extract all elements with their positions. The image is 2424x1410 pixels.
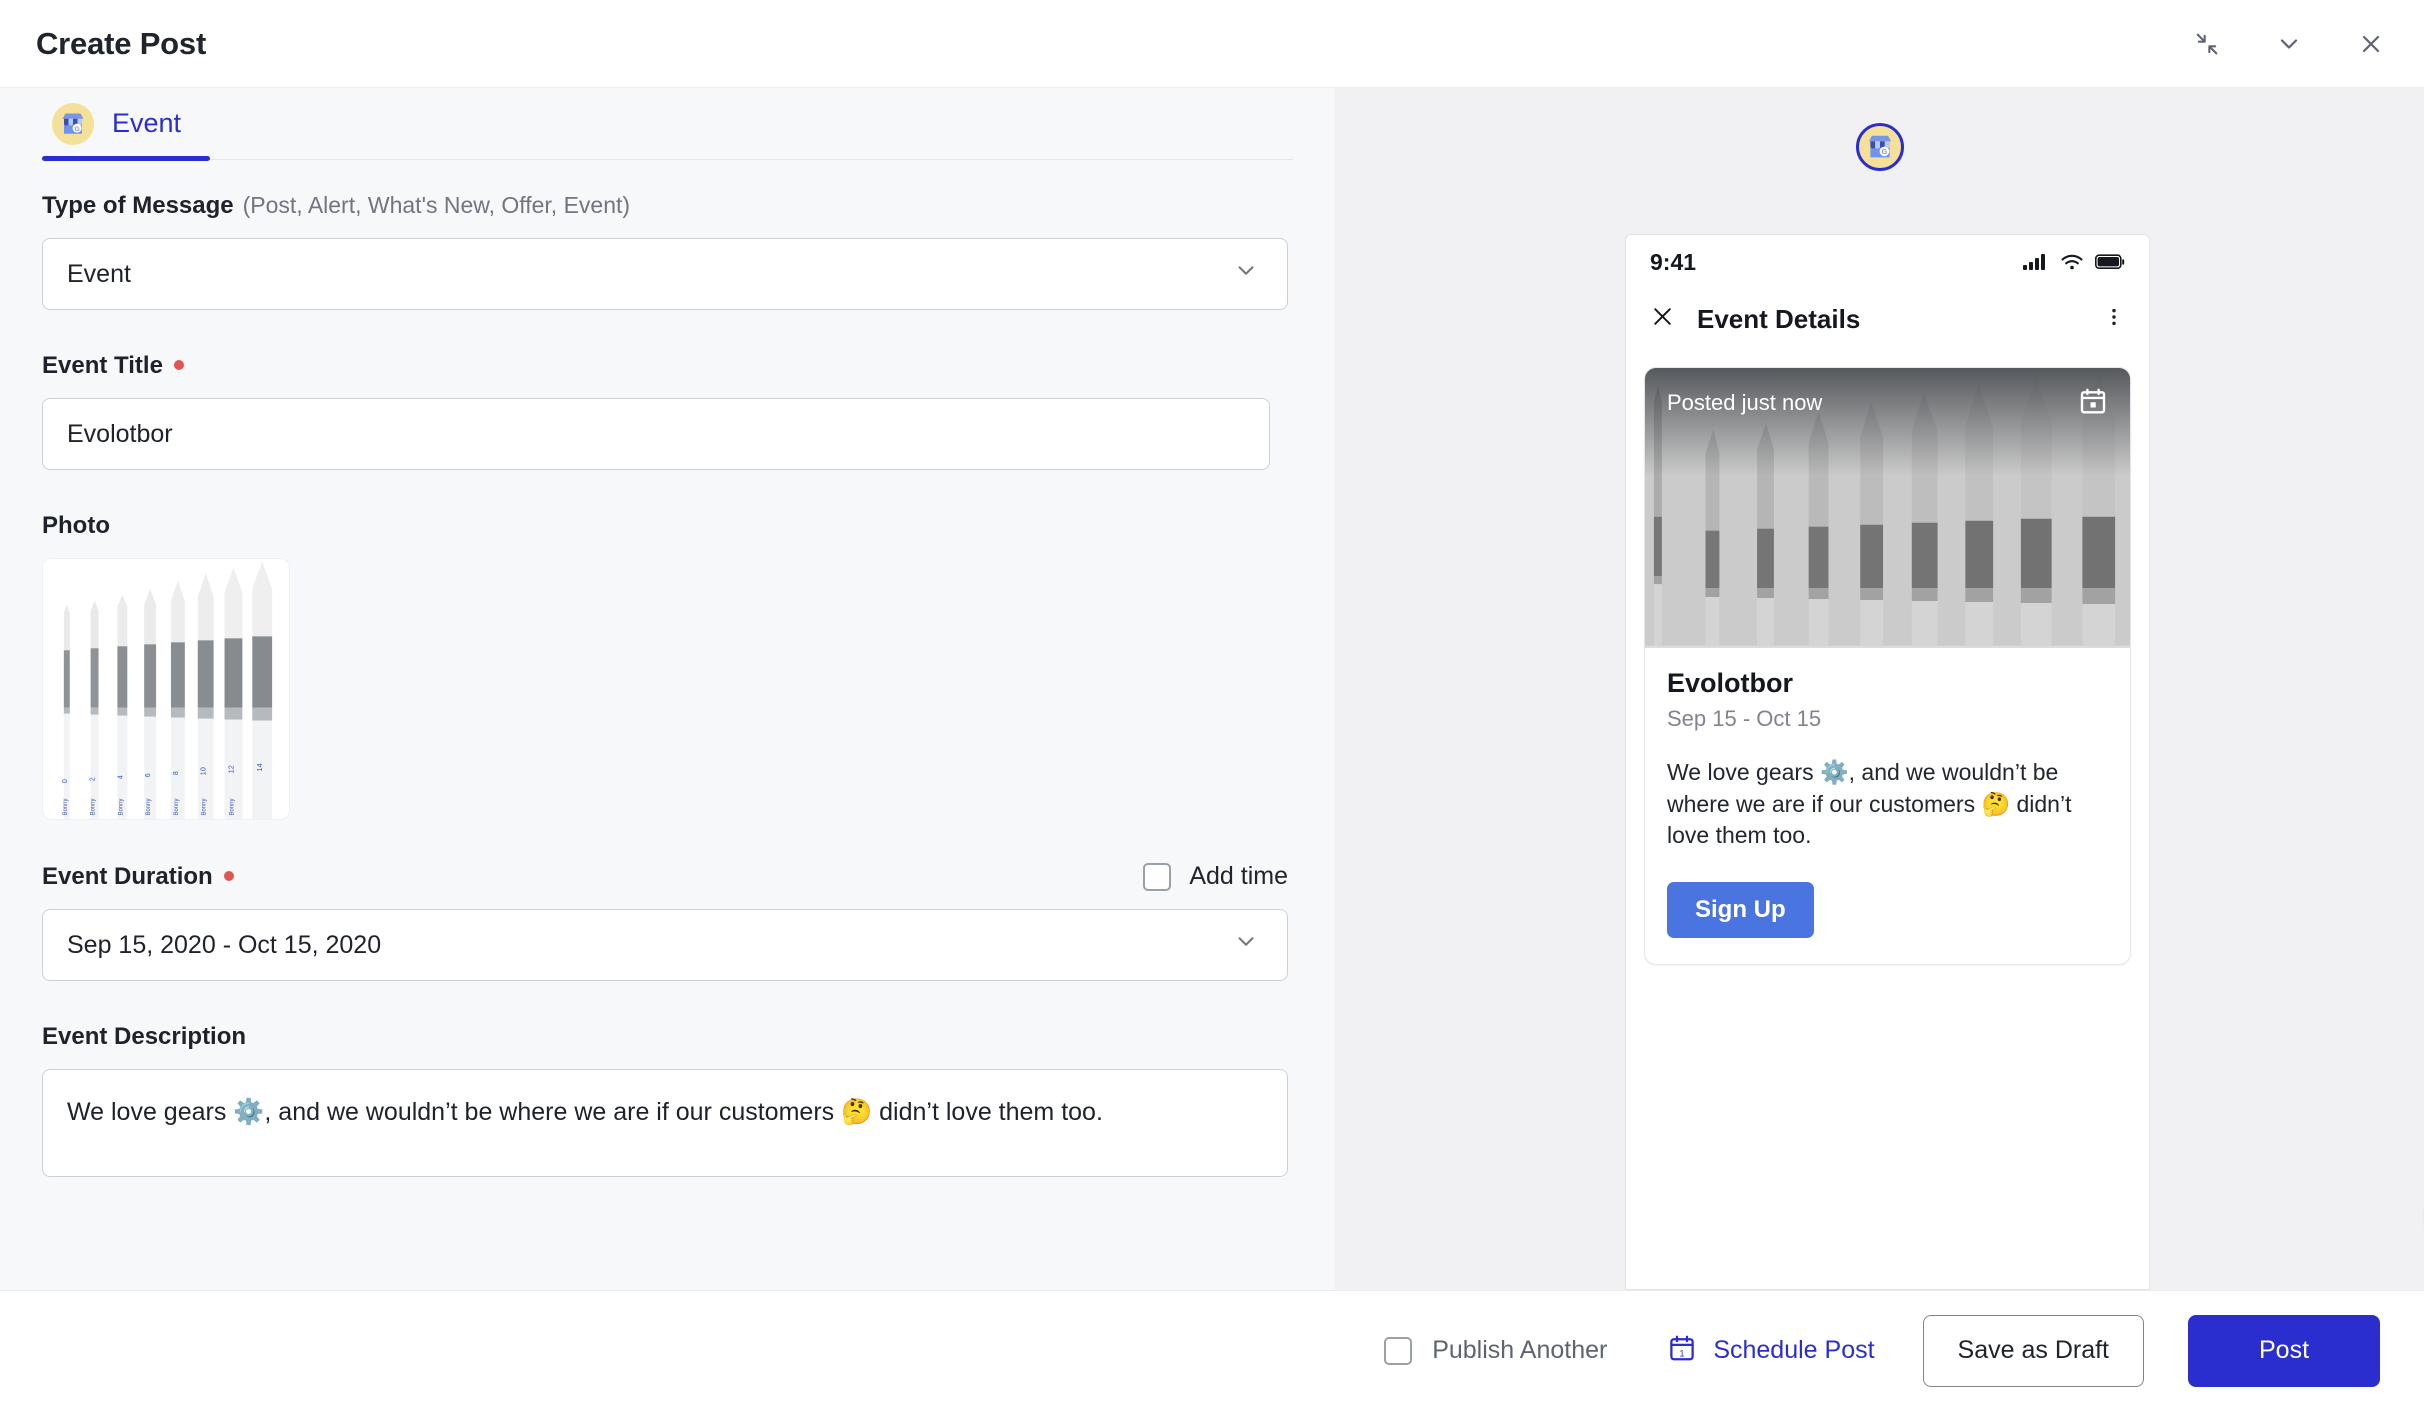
type-of-message-hint: (Post, Alert, What's New, Offer, Event)	[242, 192, 631, 218]
post-form: Type of Message (Post, Alert, What's New…	[0, 160, 1335, 1177]
cellular-signal-icon	[2023, 254, 2045, 270]
post-preview-card: Posted just now Evolotbor Sep 15 - Oct 1…	[1644, 367, 2131, 965]
tab-active-indicator	[42, 155, 210, 161]
event-title-label: Event Title	[42, 352, 1335, 380]
required-indicator	[173, 360, 184, 370]
sign-up-button[interactable]: Sign Up	[1667, 881, 1814, 938]
window-controls	[2188, 25, 2390, 63]
post-image: Posted just now	[1645, 368, 2130, 648]
calendar-icon	[2078, 386, 2108, 421]
schedule-post-button[interactable]: 1 Schedule Post	[1667, 1333, 1875, 1368]
checkbox-box	[1384, 1336, 1413, 1365]
post-preview-body: Evolotbor Sep 15 - Oct 15 We love gears …	[1645, 648, 2130, 964]
phone-preview: 9:41 Event Details Posted just now Evolo…	[1625, 234, 2150, 1290]
svg-text:10: 10	[199, 767, 208, 775]
create-post-dialog: Create Post G Event Type of Message (Pos…	[0, 0, 2424, 1410]
post-description: We love gears ⚙️, and we wouldn’t be whe…	[1667, 759, 2072, 848]
wifi-icon	[2061, 254, 2083, 270]
type-of-message-label: Type of Message (Post, Alert, What's New…	[42, 192, 631, 219]
phone-screen-header: Event Details	[1626, 289, 2149, 349]
event-title-input[interactable]: Evolotbor	[42, 398, 1270, 470]
post-button[interactable]: Post	[2188, 1314, 2380, 1387]
event-duration-select[interactable]: Sep 15, 2020 - Oct 15, 2020	[42, 909, 1288, 981]
status-icons	[2023, 253, 2125, 271]
collapse-icon[interactable]	[2188, 25, 2226, 63]
svg-text:6: 6	[145, 773, 152, 777]
post-dates: Sep 15 - Oct 15	[1667, 706, 1822, 731]
schedule-post-label: Schedule Post	[1713, 1336, 1875, 1364]
posted-timestamp: Posted just now	[1667, 390, 1823, 415]
checkbox-box	[1143, 862, 1172, 891]
google-business-profile-icon: G	[52, 102, 94, 145]
svg-text:2: 2	[90, 777, 97, 781]
paint-brushes-image: 0 Bonny 2 Bonny 4 Bonny 6 Bonny 8 Bonny …	[43, 559, 289, 819]
svg-text:Bonny: Bonny	[202, 799, 208, 816]
image-gradient-overlay	[1645, 368, 2130, 476]
battery-icon	[2095, 254, 2125, 270]
svg-text:Bonny: Bonny	[229, 799, 235, 816]
add-time-checkbox[interactable]: Add time	[1143, 862, 1288, 891]
event-title-value: Evolotbor	[67, 419, 173, 448]
channel-tabs: G Event	[42, 88, 1293, 161]
svg-text:Bonny: Bonny	[118, 799, 124, 816]
type-of-message-select[interactable]: Event	[42, 238, 1288, 310]
tab-event-label: Event	[112, 108, 182, 138]
google-business-profile-icon: G	[1855, 123, 1904, 171]
svg-text:1: 1	[1680, 1348, 1685, 1358]
page-title: Create Post	[36, 25, 207, 61]
photo-thumbnail[interactable]: 0 Bonny 2 Bonny 4 Bonny 6 Bonny 8 Bonny …	[42, 558, 290, 820]
svg-text:0: 0	[62, 779, 69, 783]
svg-text:Bonny: Bonny	[91, 799, 97, 816]
close-icon[interactable]	[2352, 25, 2390, 63]
dialog-titlebar: Create Post	[0, 0, 2424, 88]
more-options-icon[interactable]	[2103, 306, 2125, 333]
event-duration-header: Event Duration Add time	[42, 862, 1288, 891]
svg-text:8: 8	[173, 771, 180, 775]
phone-status-bar: 9:41	[1626, 235, 2149, 289]
svg-text:Bonny: Bonny	[146, 799, 152, 816]
field-type-of-message: Type of Message (Post, Alert, What's New…	[42, 192, 1335, 310]
chevron-down-icon[interactable]	[2270, 25, 2308, 63]
svg-text:Bonny: Bonny	[174, 799, 180, 816]
svg-text:G: G	[1881, 147, 1887, 156]
field-event-description: Event Description We love gears ⚙️, and …	[42, 1023, 1335, 1177]
photo-label: Photo	[42, 512, 110, 539]
calendar-icon: 1	[1667, 1333, 1697, 1368]
type-of-message-value: Event	[67, 259, 131, 288]
event-duration-label: Event Duration	[42, 863, 234, 891]
save-as-draft-button[interactable]: Save as Draft	[1922, 1314, 2144, 1387]
post-form-panel: G Event Type of Message (Post, Alert, Wh…	[0, 88, 1335, 1290]
post-title: Evolotbor	[1667, 668, 1793, 698]
field-event-duration: Event Duration Add time Sep 15, 2020 - O…	[42, 862, 1335, 981]
svg-text:14: 14	[255, 763, 264, 771]
phone-screen-title: Event Details	[1697, 303, 1861, 334]
chevron-down-icon	[1233, 258, 1259, 291]
preview-panel: G 9:41 Event Details Posted just now Evo…	[1335, 88, 2424, 1290]
svg-text:12: 12	[226, 765, 235, 773]
svg-text:G: G	[74, 125, 79, 132]
publish-another-checkbox[interactable]: Publish Another	[1384, 1336, 1607, 1365]
add-time-label: Add time	[1189, 862, 1288, 890]
close-icon[interactable]	[1650, 304, 1675, 334]
chevron-down-icon	[1233, 929, 1259, 962]
event-description-label: Event Description	[42, 1023, 247, 1050]
tab-event[interactable]: G Event	[42, 88, 210, 161]
event-description-textarea[interactable]: We love gears ⚙️, and we wouldn’t be whe…	[42, 1069, 1288, 1177]
status-time: 9:41	[1650, 248, 1697, 275]
dialog-footer: Publish Another 1 Schedule Post Save as …	[0, 1290, 2424, 1410]
required-indicator	[223, 870, 234, 881]
publish-another-label: Publish Another	[1432, 1336, 1608, 1364]
preview-channel-header: G	[1335, 88, 2424, 171]
svg-text:Bonny: Bonny	[63, 799, 69, 816]
field-photo: Photo 0 Bonny 2 Bonny 4 Bonny 6 Bonny 8 …	[42, 512, 1335, 820]
svg-text:4: 4	[117, 775, 124, 779]
field-event-title: Event Title Evolotbor	[42, 352, 1335, 470]
event-duration-value: Sep 15, 2020 - Oct 15, 2020	[67, 930, 382, 959]
